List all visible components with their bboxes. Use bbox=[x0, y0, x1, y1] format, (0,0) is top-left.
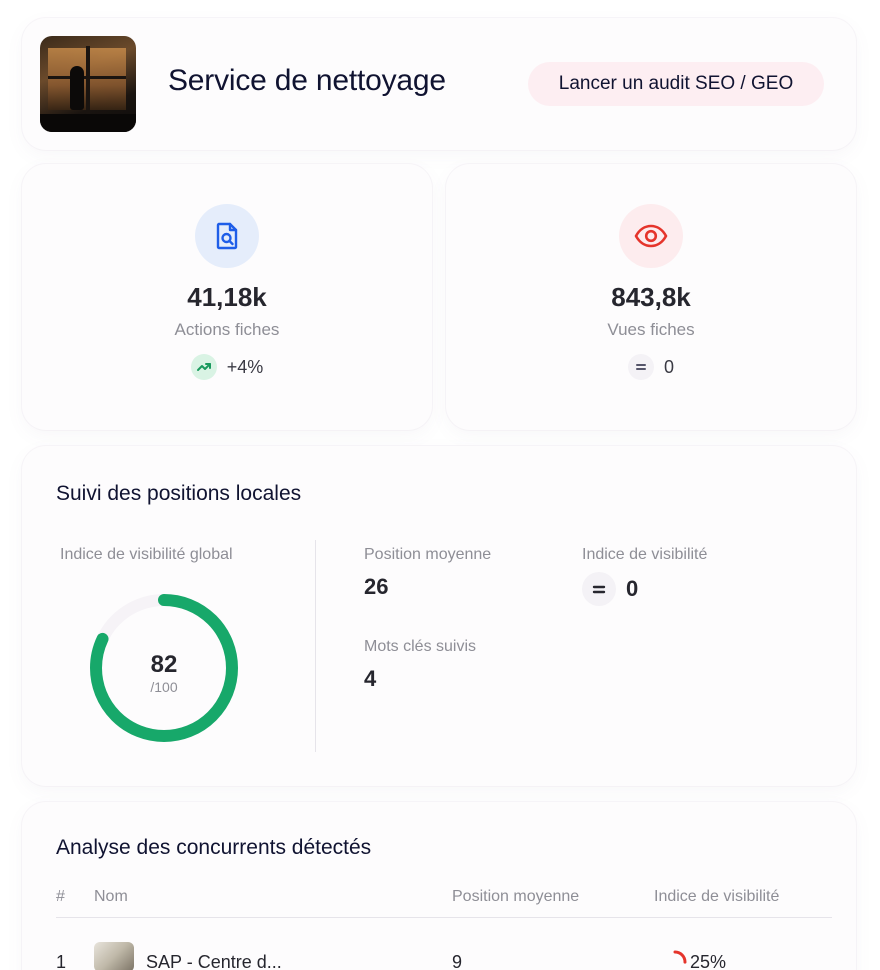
stat-value: 843,8k bbox=[611, 282, 691, 312]
visibility-donut: 82 /100 bbox=[84, 588, 244, 748]
business-title: Service de nettoyage bbox=[168, 64, 446, 97]
visibility-index-value: 0 bbox=[626, 576, 639, 601]
stat-value: 41,18k bbox=[187, 282, 267, 312]
eye-icon bbox=[619, 204, 683, 268]
column-header-visibility: Indice de visibilité bbox=[654, 888, 780, 905]
stat-card-views: 843,8k Vues fiches 0 bbox=[446, 164, 856, 430]
equal-icon bbox=[627, 354, 654, 380]
competitor-thumbnail bbox=[94, 942, 134, 970]
trend-value: +4% bbox=[226, 356, 264, 377]
launch-audit-button[interactable]: Lancer un audit SEO / GEO bbox=[528, 62, 824, 106]
section-title: Analyse des concurrents détectés bbox=[56, 836, 372, 859]
donut-max: /100 bbox=[150, 679, 177, 695]
stat-label: Vues fiches bbox=[607, 320, 695, 339]
trend-up-icon bbox=[190, 354, 217, 380]
file-search-icon bbox=[195, 204, 259, 268]
table-header-divider bbox=[56, 917, 832, 918]
local-positions-card: Suivi des positions locales Indice de vi… bbox=[22, 446, 856, 786]
section-title: Suivi des positions locales bbox=[56, 482, 302, 505]
business-header-card: Service de nettoyage Lancer un audit SEO… bbox=[22, 18, 856, 150]
column-header-rank: # bbox=[56, 888, 65, 905]
global-visibility-label: Indice de visibilité global bbox=[60, 546, 233, 563]
stat-label: Actions fiches bbox=[174, 320, 280, 339]
competitor-name[interactable]: SAP - Centre d... bbox=[146, 952, 282, 970]
stat-trend: 0 bbox=[446, 354, 856, 380]
visibility-mini-ring bbox=[663, 950, 687, 970]
avg-position-value: 26 bbox=[364, 574, 389, 599]
column-header-name: Nom bbox=[94, 888, 128, 905]
stat-trend: +4% bbox=[22, 354, 432, 380]
trend-value: 0 bbox=[663, 356, 674, 377]
competitor-visibility: 25% bbox=[690, 952, 727, 970]
donut-value: 82 bbox=[151, 651, 178, 678]
keywords-label: Mots clés suivis bbox=[364, 638, 477, 655]
visibility-index-label: Indice de visibilité bbox=[582, 546, 708, 563]
competitor-avg-position: 9 bbox=[452, 952, 463, 970]
row-rank: 1 bbox=[56, 952, 67, 970]
keywords-value: 4 bbox=[364, 666, 377, 691]
equal-icon bbox=[582, 572, 616, 606]
stat-card-actions: 41,18k Actions fiches +4% bbox=[22, 164, 432, 430]
competitors-card: Analyse des concurrents détectés # Nom P… bbox=[22, 802, 856, 970]
business-thumbnail bbox=[40, 36, 136, 132]
avg-position-label: Position moyenne bbox=[364, 546, 492, 563]
column-header-avg-position: Position moyenne bbox=[452, 888, 580, 905]
divider bbox=[315, 540, 316, 752]
